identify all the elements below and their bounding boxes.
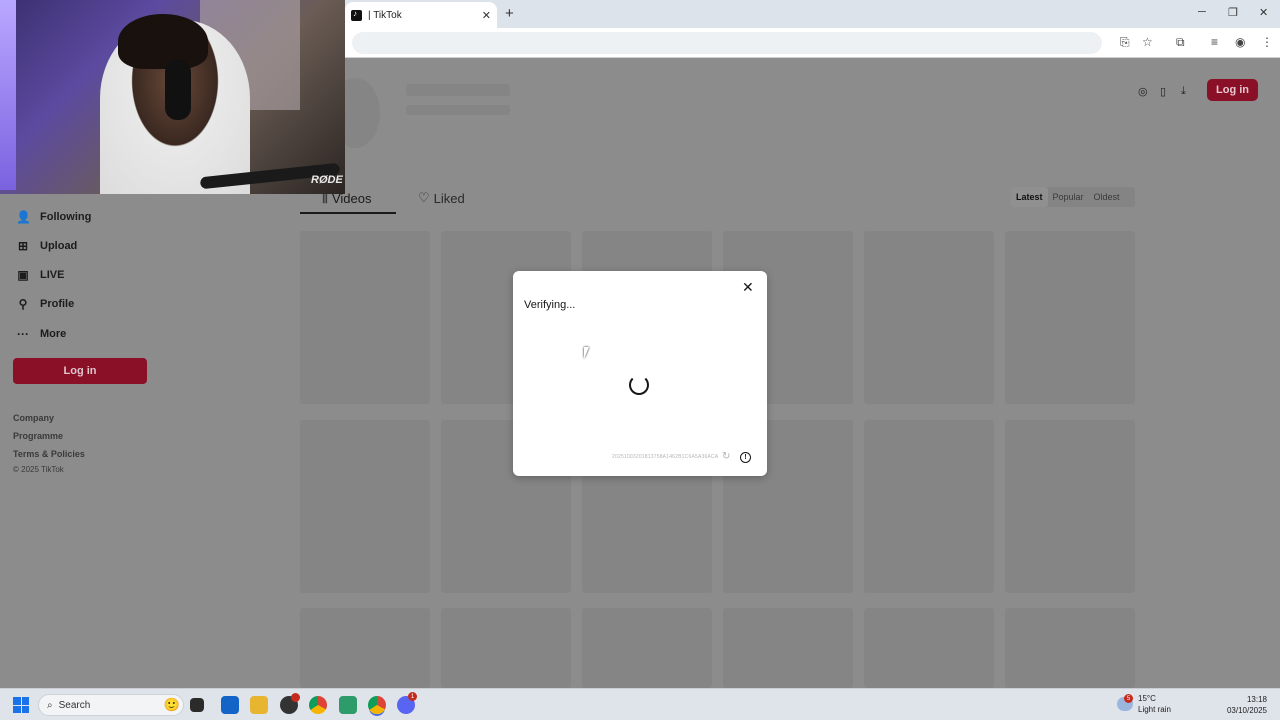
minimize-icon[interactable]: ─ [1198,6,1206,18]
video-thumbnail-placeholder[interactable] [582,608,712,688]
video-thumbnail-placeholder[interactable] [1005,608,1135,688]
webcam-overlay: RØDE [0,0,345,194]
video-thumbnail-placeholder[interactable] [300,231,430,404]
weather-widget[interactable]: 5 15°C Light rain [1117,693,1171,715]
sort-latest[interactable]: Latest [1011,187,1048,207]
address-bar[interactable] [352,32,1102,54]
browser-menu-icon[interactable]: ⋮ [1261,35,1273,49]
sidebar-item-label: More [40,328,67,340]
video-thumbnail-placeholder[interactable] [441,608,571,688]
sidebar-item-label: LIVE [40,269,65,281]
username-placeholder [406,84,510,96]
liked-heart-icon: ♡ [418,190,430,205]
discord-icon[interactable]: 1 [397,692,417,714]
webcam-person-hair [118,14,208,69]
sidebar-item-profile[interactable]: ⚲ Profile [16,297,75,311]
file-explorer-icon[interactable] [250,696,268,714]
weather-temperature: 15°C [1138,694,1156,703]
sidebar-item-more[interactable]: ··· More [16,327,66,341]
sort-toggle: Latest Popular Oldest [1011,187,1135,207]
chrome-icon[interactable] [368,696,386,714]
loading-spinner-icon [629,375,649,395]
notification-dot [291,693,300,702]
microsoft-store-icon[interactable] [221,696,239,714]
chrome-profile-icon[interactable] [309,696,327,714]
app-icon-dark[interactable] [280,693,300,714]
sidebar-item-label: Upload [40,240,78,252]
tab-title: | TikTok [368,9,402,21]
following-icon: 👤 [16,210,31,224]
footer-link-company[interactable]: Company [13,413,54,423]
search-icon: ⌕ [47,699,53,711]
sidebar-item-following[interactable]: 👤 Following [16,210,91,224]
tab-close-icon[interactable]: ✕ [482,9,491,22]
weather-badge: 5 [1124,694,1133,703]
taskbar-clock[interactable]: 13:18 03/10/2025 [1227,694,1267,716]
sort-oldest[interactable]: Oldest [1089,187,1125,207]
mouse-cursor-icon [584,347,594,359]
video-thumbnail-placeholder[interactable] [864,420,994,593]
active-tab-underline [300,212,396,214]
sidebar-item-upload[interactable]: ⊞ Upload [16,239,77,253]
sort-popular[interactable]: Popular [1048,187,1089,207]
windows-taskbar: ⌕ Search 🙂 1 5 15°C Light rain 13:18 03/… [0,688,1280,720]
nickname-placeholder [406,105,510,115]
video-thumbnail-placeholder[interactable] [1005,420,1135,593]
tab-liked[interactable]: ♡ Liked [418,190,465,206]
profile-icon: ⚲ [18,297,28,311]
sidebar-login-button[interactable]: Log in [13,358,147,384]
header-login-button[interactable]: Log in [1207,79,1258,101]
download-icon[interactable]: ⤓ [1181,85,1186,98]
media-control-icon[interactable]: ≡ [1211,35,1218,49]
tiktok-favicon-icon [351,9,362,21]
taskbar-search-placeholder: Search [58,699,91,711]
live-icon: ▣ [17,268,29,282]
video-thumbnail-placeholder[interactable] [300,420,430,593]
notepad-icon[interactable] [339,696,357,714]
windows-start-icon[interactable] [13,697,29,713]
profile-avatar-icon[interactable]: ◉ [1235,35,1245,49]
taskbar-search-input[interactable]: ⌕ Search 🙂 [38,694,184,716]
video-thumbnail-placeholder[interactable] [864,608,994,688]
new-tab-button[interactable]: + [505,5,514,22]
modal-title: Verifying... [524,299,576,311]
microphone-brand-logo: RØDE [311,174,343,186]
tab-liked-label: Liked [433,190,465,206]
sidebar-item-live[interactable]: ▣ LIVE [16,268,64,282]
sidebar-item-label: Profile [40,298,75,310]
refresh-icon[interactable]: ↻ [722,451,730,462]
rain-cloud-icon: 5 [1117,694,1133,711]
modal-close-icon[interactable]: ✕ [742,280,754,294]
extensions-icon[interactable]: ⧉ [1176,35,1185,50]
info-icon[interactable]: ! [740,452,751,463]
video-thumbnail-placeholder[interactable] [300,608,430,688]
footer-link-programme[interactable]: Programme [13,431,63,441]
compass-icon[interactable]: ◎ [1138,85,1148,98]
upload-icon: ⊞ [17,239,29,253]
maximize-icon[interactable]: ❐ [1228,6,1238,19]
mobile-icon[interactable]: ▯ [1160,85,1166,98]
webcam-headphones [165,60,191,120]
verification-code: 20251003201813758A1462B1C6A5A36ACA [612,454,719,460]
clock-time: 13:18 [1246,695,1267,704]
weather-description: Light rain [1138,705,1171,714]
copyright-text: © 2025 TikTok [13,465,64,474]
webcam-light-strip [0,0,16,190]
window-close-icon[interactable]: ✕ [1259,6,1268,19]
discord-badge: 1 [408,692,417,701]
more-icon: ··· [17,327,29,341]
video-thumbnail-placeholder[interactable] [1005,231,1135,404]
sidebar-item-label: Following [40,211,92,223]
install-app-icon[interactable]: ⎘ [1120,35,1130,50]
video-thumbnail-placeholder[interactable] [864,231,994,404]
search-highlight-icon: 🙂 [163,697,180,712]
browser-tab-tiktok[interactable]: | TikTok ✕ [345,2,497,28]
task-view-icon[interactable] [190,698,204,712]
clock-date: 03/10/2025 [1226,706,1267,715]
footer-link-terms[interactable]: Terms & Policies [13,449,85,459]
video-thumbnail-placeholder[interactable] [723,608,853,688]
bookmark-star-icon[interactable]: ☆ [1142,35,1153,49]
verification-modal: Verifying... ✕ 20251003201813758A1462B1C… [513,271,767,476]
